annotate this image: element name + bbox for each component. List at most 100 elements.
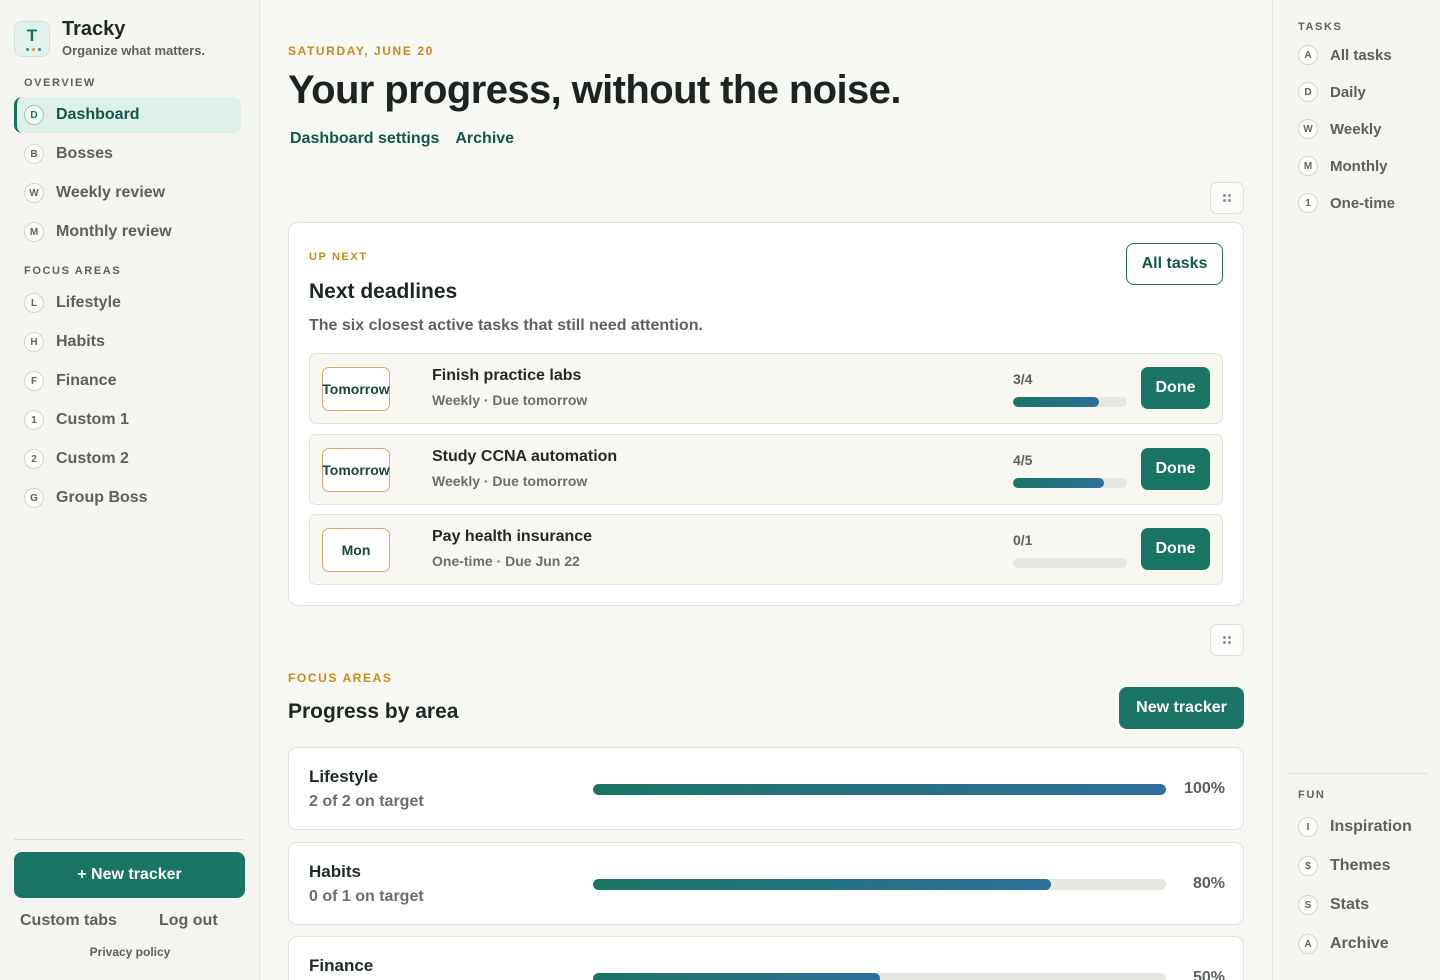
main-content: SATURDAY, JUNE 20 Your progress, without… bbox=[260, 0, 1272, 980]
new-tracker-button[interactable]: + New tracker bbox=[14, 852, 245, 898]
page-title: Your progress, without the noise. bbox=[288, 68, 901, 112]
task-progress-bar bbox=[1013, 397, 1127, 407]
rail-section-tasks: TASKS bbox=[1298, 21, 1343, 33]
task-row[interactable]: Mon Pay health insurance One-time · Due … bbox=[309, 514, 1223, 585]
custom-tabs-link[interactable]: Custom tabs bbox=[20, 912, 117, 930]
sidebar-item-label: Habits bbox=[56, 333, 105, 350]
sidebar-item-custom-2[interactable]: 2 Custom 2 bbox=[14, 441, 241, 477]
brand-tagline: Organize what matters. bbox=[62, 43, 206, 58]
rail-item-label: Weekly bbox=[1330, 120, 1382, 138]
area-status: 2 of 2 on target bbox=[309, 793, 424, 810]
shortcut-key-badge: S bbox=[1298, 895, 1318, 915]
drag-handle-icon[interactable] bbox=[1210, 182, 1244, 214]
focus-area-card[interactable]: Habits 0 of 1 on target 80% bbox=[288, 842, 1244, 925]
focus-area-card[interactable]: Lifestyle 2 of 2 on target 100% bbox=[288, 747, 1244, 830]
rail-item-monthly[interactable]: M Monthly bbox=[1298, 156, 1388, 176]
rail-item-label: Themes bbox=[1330, 857, 1391, 874]
shortcut-key-badge: $ bbox=[1298, 856, 1318, 876]
task-title: Study CCNA automation bbox=[432, 448, 618, 465]
nav-section-overview: OVERVIEW bbox=[24, 77, 96, 89]
log-out-link[interactable]: Log out bbox=[159, 912, 218, 930]
area-percentage: 80% bbox=[1192, 875, 1225, 892]
shortcut-key-badge: G bbox=[24, 488, 44, 508]
focus-area-card[interactable]: Finance 50% bbox=[288, 936, 1244, 980]
task-progress-count: 0/1 bbox=[1013, 532, 1033, 548]
rail-item-all-tasks[interactable]: A All tasks bbox=[1298, 45, 1392, 65]
task-meta: Weekly · Due tomorrow bbox=[432, 392, 588, 408]
rail-item-stats[interactable]: S Stats bbox=[1298, 895, 1369, 915]
shortcut-key-badge: M bbox=[24, 222, 44, 242]
rail-item-themes[interactable]: $ Themes bbox=[1298, 856, 1390, 876]
rail-item-label: Stats bbox=[1330, 896, 1370, 913]
sidebar-item-label: Custom 2 bbox=[56, 450, 129, 467]
sidebar-item-label: Lifestyle bbox=[56, 294, 121, 311]
due-badge: Mon bbox=[322, 528, 390, 572]
shortcut-key-badge: D bbox=[1298, 82, 1318, 102]
task-row[interactable]: Tomorrow Study CCNA automation Weekly · … bbox=[309, 434, 1223, 505]
sidebar-item-weekly-review[interactable]: W Weekly review bbox=[14, 175, 241, 211]
area-status: 0 of 1 on target bbox=[309, 888, 424, 905]
rail-item-label: Daily bbox=[1330, 83, 1366, 101]
rail-item-inspiration[interactable]: I Inspiration bbox=[1298, 817, 1412, 837]
done-button[interactable]: Done bbox=[1141, 528, 1210, 570]
area-progress-bar bbox=[593, 879, 1166, 890]
left-sidebar: T Tracky Organize what matters. OVERVIEW… bbox=[0, 0, 260, 980]
brand-name: Tracky bbox=[62, 18, 126, 40]
current-date: SATURDAY, JUNE 20 bbox=[288, 44, 434, 58]
area-progress-bar bbox=[593, 784, 1166, 795]
section-title: Next deadlines bbox=[309, 280, 458, 303]
rail-item-label: Inspiration bbox=[1330, 818, 1412, 835]
sidebar-item-label: Dashboard bbox=[56, 106, 140, 123]
rail-item-label: Monthly bbox=[1330, 157, 1388, 175]
tracky-logo-icon: T bbox=[14, 21, 50, 57]
shortcut-key-badge: 1 bbox=[24, 410, 44, 430]
sidebar-item-dashboard[interactable]: D Dashboard bbox=[14, 97, 241, 133]
area-progress-fill bbox=[593, 784, 1166, 795]
rail-item-archive[interactable]: A Archive bbox=[1298, 934, 1389, 954]
task-progress-fill bbox=[1013, 397, 1099, 407]
area-percentage: 50% bbox=[1192, 969, 1225, 980]
task-row[interactable]: Tomorrow Finish practice labs Weekly · D… bbox=[309, 353, 1223, 424]
area-name: Lifestyle bbox=[309, 767, 378, 786]
sidebar-item-group-boss[interactable]: G Group Boss bbox=[14, 480, 241, 516]
dashboard-settings-link[interactable]: Dashboard settings bbox=[290, 130, 439, 148]
drag-handle-icon[interactable] bbox=[1210, 624, 1244, 656]
sidebar-divider bbox=[14, 839, 245, 840]
done-button[interactable]: Done bbox=[1141, 448, 1210, 490]
shortcut-key-badge: W bbox=[1298, 119, 1318, 139]
sidebar-item-finance[interactable]: F Finance bbox=[14, 363, 241, 399]
due-badge: Tomorrow bbox=[322, 448, 390, 492]
rail-item-one-time[interactable]: 1 One-time bbox=[1298, 193, 1395, 213]
shortcut-key-badge: L bbox=[24, 293, 44, 313]
shortcut-key-badge: A bbox=[1298, 934, 1318, 954]
task-title: Finish practice labs bbox=[432, 367, 582, 384]
sidebar-item-custom-1[interactable]: 1 Custom 1 bbox=[14, 402, 241, 438]
task-progress-bar bbox=[1013, 558, 1127, 568]
done-button[interactable]: Done bbox=[1141, 367, 1210, 409]
task-progress-bar bbox=[1013, 478, 1127, 488]
up-next-card: UP NEXT Next deadlines The six closest a… bbox=[288, 222, 1244, 606]
sidebar-item-lifestyle[interactable]: L Lifestyle bbox=[14, 285, 241, 321]
area-progress-bar bbox=[593, 973, 1166, 980]
area-name: Finance bbox=[309, 956, 374, 975]
archive-link[interactable]: Archive bbox=[455, 130, 514, 148]
brand[interactable]: T Tracky Organize what matters. bbox=[14, 18, 205, 58]
sidebar-item-habits[interactable]: H Habits bbox=[14, 324, 241, 360]
rail-item-daily[interactable]: D Daily bbox=[1298, 82, 1366, 102]
sidebar-item-monthly-review[interactable]: M Monthly review bbox=[14, 214, 241, 250]
shortcut-key-badge: D bbox=[24, 105, 44, 125]
shortcut-key-badge: B bbox=[24, 144, 44, 164]
task-progress-count: 4/5 bbox=[1013, 452, 1033, 468]
section-title: Progress by area bbox=[288, 700, 459, 723]
shortcut-key-badge: W bbox=[24, 183, 44, 203]
area-progress-fill bbox=[593, 973, 880, 980]
new-tracker-button[interactable]: New tracker bbox=[1119, 687, 1244, 729]
rail-item-label: One-time bbox=[1330, 194, 1396, 212]
sidebar-item-bosses[interactable]: B Bosses bbox=[14, 136, 241, 172]
all-tasks-button[interactable]: All tasks bbox=[1126, 243, 1223, 285]
privacy-policy-link[interactable]: Privacy policy bbox=[0, 945, 260, 959]
section-eyebrow: UP NEXT bbox=[309, 251, 368, 263]
shortcut-key-badge: H bbox=[24, 332, 44, 352]
sidebar-item-label: Bosses bbox=[56, 145, 113, 162]
rail-item-weekly[interactable]: W Weekly bbox=[1298, 119, 1381, 139]
